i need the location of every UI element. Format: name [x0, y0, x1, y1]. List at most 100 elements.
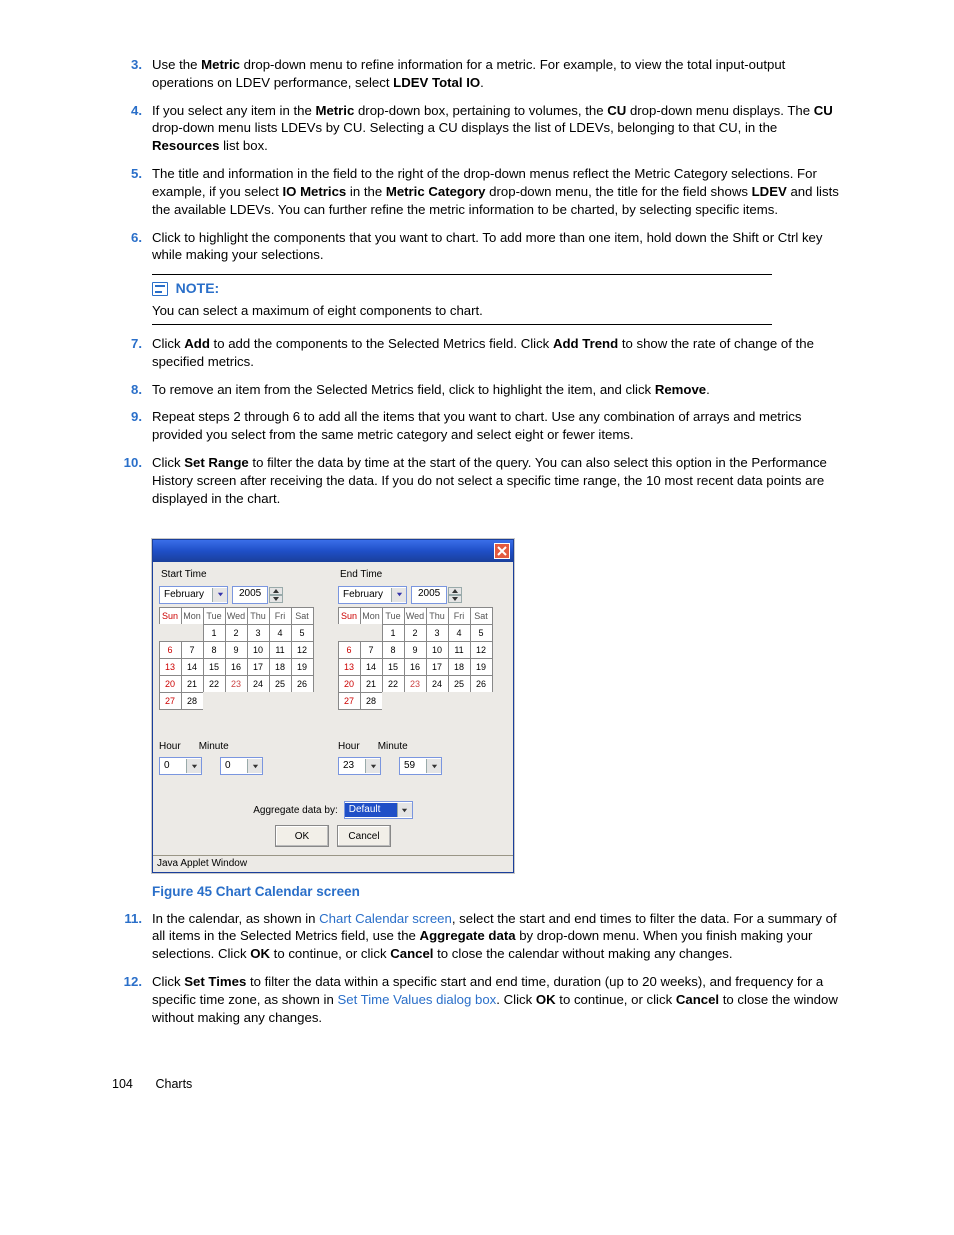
step-body: Click to highlight the components that y…	[152, 229, 842, 265]
end-time-label: End Time	[338, 568, 507, 582]
step-number: 10.	[112, 454, 152, 507]
cancel-button[interactable]: Cancel	[337, 825, 391, 847]
step-number: 9.	[112, 408, 152, 444]
calendar-day[interactable]: 21	[181, 675, 204, 693]
step-number: 6.	[112, 229, 152, 265]
step-number: 5.	[112, 165, 152, 218]
link-chart-calendar[interactable]: Chart Calendar screen	[319, 911, 452, 926]
end-minute-dropdown[interactable]: 59	[399, 757, 442, 775]
close-icon[interactable]	[494, 543, 510, 559]
calendar-day[interactable]: 14	[360, 658, 383, 676]
calendar-day[interactable]: 19	[470, 658, 493, 676]
calendar-day[interactable]: 9	[225, 641, 248, 659]
calendar-day[interactable]: 26	[291, 675, 314, 693]
figure-container: Start Time February 2005 SunMonTueWed	[152, 539, 842, 873]
calendar-day[interactable]: 23	[225, 675, 248, 693]
calendar-day[interactable]: 26	[470, 675, 493, 693]
link-set-time-values[interactable]: Set Time Values dialog box	[337, 992, 496, 1007]
step-body: Click Set Range to filter the data by ti…	[152, 454, 842, 507]
calendar-day[interactable]: 12	[291, 641, 314, 659]
calendar-day[interactable]: 15	[203, 658, 226, 676]
calendar-day[interactable]: 9	[404, 641, 427, 659]
calendar-day[interactable]: 1	[382, 624, 405, 642]
chevron-down-icon	[365, 759, 380, 773]
calendar-day[interactable]: 15	[382, 658, 405, 676]
end-calendar[interactable]: SunMonTueWedThuFriSat1234567891011121314…	[338, 608, 507, 710]
chevron-down-icon	[397, 803, 412, 817]
step-number: 7.	[112, 335, 152, 371]
calendar-day[interactable]: 4	[448, 624, 471, 642]
calendar-day[interactable]: 17	[426, 658, 449, 676]
aggregate-dropdown[interactable]: Default	[344, 801, 413, 819]
start-hour-dropdown[interactable]: 0	[159, 757, 202, 775]
dialog-titlebar[interactable]	[153, 540, 513, 562]
status-bar: Java Applet Window	[153, 855, 513, 872]
calendar-day[interactable]: 3	[247, 624, 270, 642]
calendar-day[interactable]: 24	[426, 675, 449, 693]
calendar-day[interactable]: 23	[404, 675, 427, 693]
end-month-dropdown[interactable]: February	[338, 586, 407, 604]
calendar-day[interactable]: 6	[338, 641, 361, 659]
step-body: The title and information in the field t…	[152, 165, 842, 218]
calendar-day[interactable]: 20	[159, 675, 182, 693]
end-year-spinner[interactable]: 2005	[411, 586, 462, 604]
calendar-day[interactable]: 11	[269, 641, 292, 659]
note-block: NOTE: You can select a maximum of eight …	[152, 274, 842, 325]
start-month-dropdown[interactable]: February	[159, 586, 228, 604]
note-icon	[152, 282, 168, 296]
calendar-day[interactable]: 18	[448, 658, 471, 676]
calendar-day[interactable]: 6	[159, 641, 182, 659]
calendar-day[interactable]: 14	[181, 658, 204, 676]
spinner-down-icon[interactable]	[269, 595, 283, 603]
spinner-down-icon[interactable]	[448, 595, 462, 603]
calendar-header: Wed	[404, 607, 427, 625]
calendar-day[interactable]: 27	[159, 692, 182, 710]
calendar-day[interactable]: 10	[426, 641, 449, 659]
page-footer: 104 Charts	[112, 1076, 842, 1093]
calendar-header: Sun	[338, 607, 361, 625]
start-calendar[interactable]: SunMonTueWedThuFriSat1234567891011121314…	[159, 608, 328, 710]
ok-button[interactable]: OK	[275, 825, 329, 847]
calendar-day[interactable]: 16	[225, 658, 248, 676]
start-minute-dropdown[interactable]: 0	[220, 757, 263, 775]
calendar-day[interactable]: 22	[203, 675, 226, 693]
step-list: 3. Use the Metric drop-down menu to refi…	[112, 56, 842, 507]
hour-label: Hour	[338, 740, 360, 754]
calendar-day[interactable]: 27	[338, 692, 361, 710]
calendar-day[interactable]: 2	[225, 624, 248, 642]
calendar-day[interactable]: 19	[291, 658, 314, 676]
calendar-day[interactable]: 25	[448, 675, 471, 693]
start-time-group: Start Time February 2005 SunMonTueWed	[159, 568, 328, 775]
calendar-day[interactable]: 5	[470, 624, 493, 642]
spinner-up-icon[interactable]	[269, 587, 283, 595]
calendar-day[interactable]: 24	[247, 675, 270, 693]
calendar-day[interactable]: 28	[181, 692, 204, 710]
calendar-day[interactable]: 4	[269, 624, 292, 642]
calendar-day[interactable]: 5	[291, 624, 314, 642]
spinner-up-icon[interactable]	[448, 587, 462, 595]
calendar-day[interactable]: 13	[159, 658, 182, 676]
step-body: In the calendar, as shown in Chart Calen…	[152, 910, 842, 963]
end-hour-dropdown[interactable]: 23	[338, 757, 381, 775]
calendar-day[interactable]: 13	[338, 658, 361, 676]
calendar-day[interactable]: 25	[269, 675, 292, 693]
calendar-day[interactable]: 22	[382, 675, 405, 693]
calendar-day[interactable]: 16	[404, 658, 427, 676]
calendar-day[interactable]: 12	[470, 641, 493, 659]
end-time-group: End Time February 2005 SunMonTueWedTh	[338, 568, 507, 775]
calendar-day[interactable]: 28	[360, 692, 383, 710]
calendar-day[interactable]: 7	[181, 641, 204, 659]
calendar-day[interactable]: 7	[360, 641, 383, 659]
calendar-day[interactable]: 17	[247, 658, 270, 676]
calendar-day[interactable]: 18	[269, 658, 292, 676]
calendar-day[interactable]: 1	[203, 624, 226, 642]
calendar-day[interactable]: 8	[203, 641, 226, 659]
calendar-day[interactable]: 8	[382, 641, 405, 659]
calendar-day[interactable]: 21	[360, 675, 383, 693]
calendar-day[interactable]: 3	[426, 624, 449, 642]
calendar-day[interactable]: 2	[404, 624, 427, 642]
calendar-day[interactable]: 10	[247, 641, 270, 659]
start-year-spinner[interactable]: 2005	[232, 586, 283, 604]
calendar-day[interactable]: 20	[338, 675, 361, 693]
calendar-day[interactable]: 11	[448, 641, 471, 659]
